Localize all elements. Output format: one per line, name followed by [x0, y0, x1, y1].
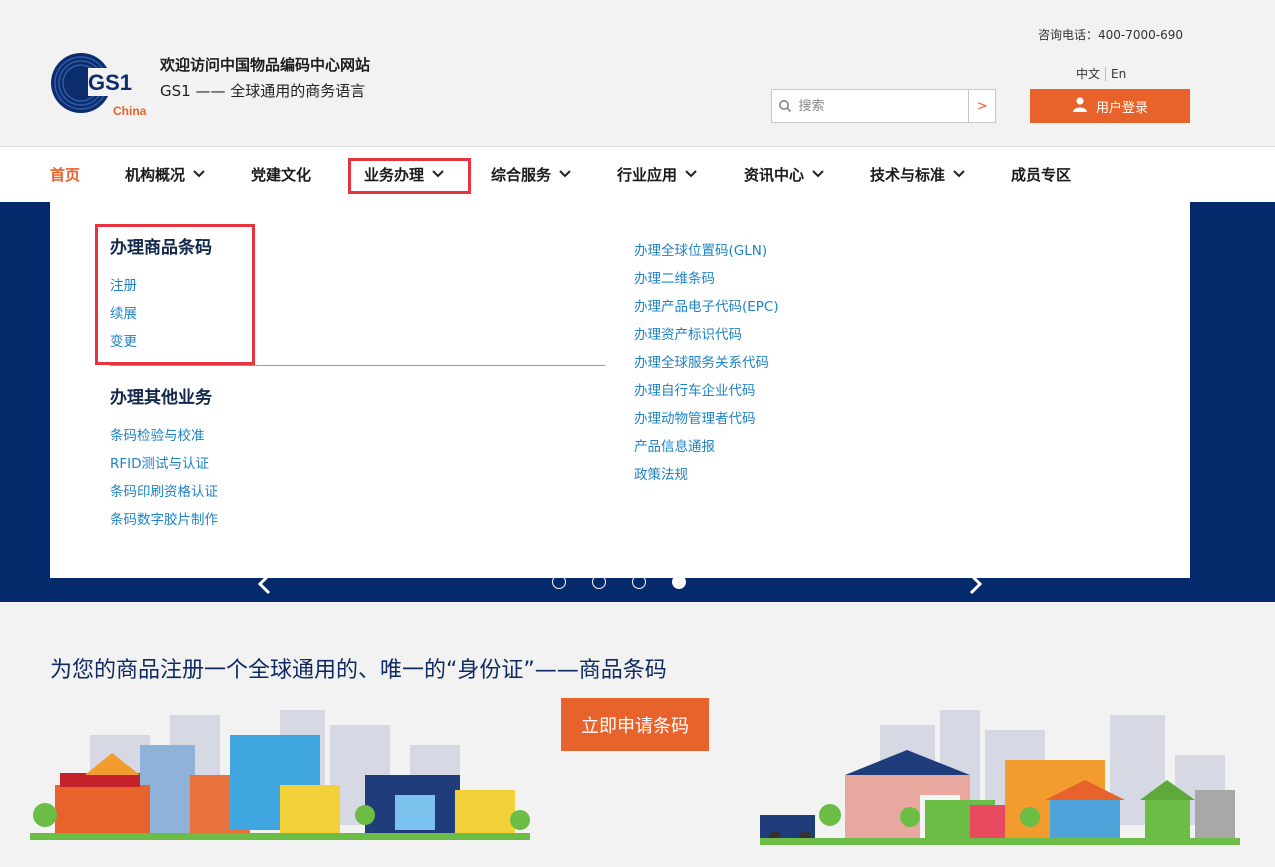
link-asset-code[interactable]: 办理资产标识代码: [634, 323, 742, 343]
group-heading-other: 办理其他业务: [110, 388, 212, 408]
lang-cn-link[interactable]: 中文: [1076, 65, 1100, 82]
divider: [110, 365, 605, 366]
chevron-down-icon: [685, 170, 697, 178]
search-submit-button[interactable]: >: [968, 90, 995, 122]
link-print-certification[interactable]: 条码印刷资格认证: [110, 480, 218, 500]
nav-item-label: 党建文化: [251, 165, 312, 184]
city-illustration-right: [760, 710, 1240, 845]
search-box: >: [771, 89, 996, 123]
nav-item-standards[interactable]: 技术与标准: [870, 147, 965, 201]
apply-barcode-button[interactable]: 立即申请条码: [561, 698, 709, 751]
link-digital-film[interactable]: 条码数字胶片制作: [110, 508, 218, 528]
user-login-label: 用户登录: [1095, 100, 1148, 116]
nav-item-home[interactable]: 首页: [50, 147, 80, 201]
user-icon: [1072, 96, 1088, 116]
site-subtitle: GS1 —— 全球通用的商务语言: [160, 82, 366, 100]
hotline: 咨询电话：400-7000-690: [1038, 28, 1184, 42]
nav-item-about[interactable]: 机构概况: [125, 147, 205, 201]
link-rfid-testing[interactable]: RFID测试与认证: [110, 452, 209, 472]
main-nav: 首页 机构概况 党建文化 业务办理 综合服务 行业应用 资讯中心 技术与标准 成…: [0, 146, 1275, 202]
site-header: GS1 China 欢迎访问中国物品编码中心网站 GS1 —— 全球通用的商务语…: [0, 0, 1275, 146]
lang-en-link[interactable]: En: [1111, 67, 1126, 81]
link-2d-barcode[interactable]: 办理二维条码: [634, 267, 715, 287]
link-gsrn[interactable]: 办理全球服务关系代码: [634, 351, 769, 371]
link-barcode-inspection[interactable]: 条码检验与校准: [110, 424, 205, 444]
nav-item-label: 行业应用: [617, 165, 678, 184]
nav-item-members[interactable]: 成员专区: [1011, 147, 1071, 201]
link-gln[interactable]: 办理全球位置码(GLN): [634, 239, 767, 259]
chevron-down-icon: [559, 170, 571, 178]
nav-item-services[interactable]: 综合服务: [491, 147, 571, 201]
logo-text: GS1: [88, 70, 132, 95]
language-switch: 中文 En: [1076, 65, 1126, 82]
nav-highlight-box: [348, 158, 471, 194]
site-title: 欢迎访问中国物品编码中心网站: [160, 56, 371, 74]
nav-item-industry[interactable]: 行业应用: [617, 147, 697, 201]
search-icon: [772, 90, 798, 122]
lang-divider: [1105, 66, 1107, 81]
city-illustration-left: [30, 710, 530, 840]
promo-slogan: 为您的商品注册一个全球通用的、唯一的“身份证”——商品条码: [50, 658, 667, 683]
nav-item-label: 成员专区: [1011, 165, 1072, 184]
nav-item-label: 技术与标准: [870, 165, 946, 184]
nav-item-label: 首页: [50, 165, 81, 184]
gs1-logo[interactable]: GS1 China: [48, 52, 153, 118]
business-dropdown-menu: 办理商品条码 注册 续展 变更 办理其他业务 条码检验与校准 RFID测试与认证…: [50, 202, 1190, 578]
nav-item-news[interactable]: 资讯中心: [744, 147, 824, 201]
chevron-down-icon: [953, 170, 965, 178]
logo-sub: China: [113, 104, 147, 118]
nav-item-label: 综合服务: [491, 165, 552, 184]
user-login-button[interactable]: 用户登录: [1030, 89, 1190, 123]
nav-item-party-culture[interactable]: 党建文化: [251, 147, 311, 201]
link-animal-code[interactable]: 办理动物管理者代码: [634, 407, 756, 427]
group-highlight-box: [95, 224, 255, 365]
link-bicycle-code[interactable]: 办理自行车企业代码: [634, 379, 756, 399]
link-product-info-notice[interactable]: 产品信息通报: [634, 435, 715, 455]
search-input[interactable]: [798, 90, 969, 122]
chevron-down-icon: [812, 170, 824, 178]
nav-item-label: 资讯中心: [744, 165, 805, 184]
link-epc[interactable]: 办理产品电子代码(EPC): [634, 295, 779, 315]
nav-item-label: 机构概况: [125, 165, 186, 184]
chevron-down-icon: [193, 170, 205, 178]
link-policies[interactable]: 政策法规: [634, 463, 688, 483]
